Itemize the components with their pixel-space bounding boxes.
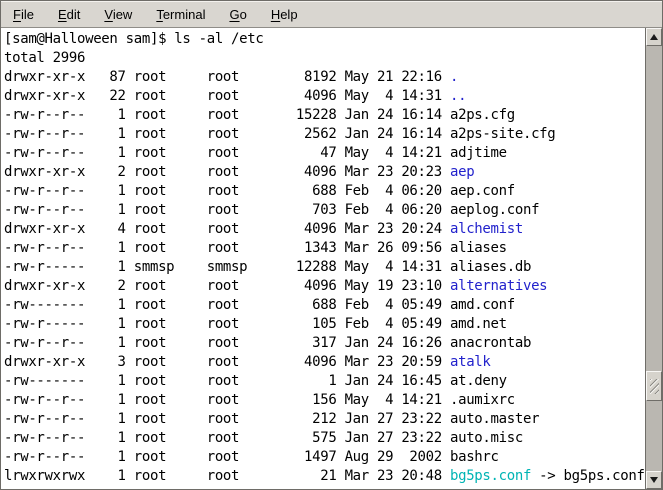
menu-item-help[interactable]: Help [259,2,310,27]
file-entry-line: lrwxrwxrwx 1 root root 21 Mar 23 20:48 b… [4,467,645,486]
file-entry-line: -rw-r--r-- 1 root root 156 May 4 14:21 .… [4,391,645,410]
scroll-down-button[interactable] [646,471,662,489]
scrollbar-grip-icon [650,379,659,394]
file-entry-line: drwxr-xr-x 87 root root 8192 May 21 22:1… [4,68,645,87]
file-entry-line: -rw-r--r-- 1 root root 1497 Aug 29 2002 … [4,448,645,467]
file-entry-line: -rw-r--r-- 1 root root 688 Feb 4 06:20 a… [4,182,645,201]
total-line: total 2996 [4,49,645,68]
file-entry-line: drwxr-xr-x 22 root root 4096 May 4 14:31… [4,87,645,106]
file-entry-line: drwxr-xr-x 2 root root 4096 Mar 23 20:23… [4,163,645,182]
file-name: auto.master [450,411,539,427]
file-entry-line: -rw-r--r-- 1 root root 703 Feb 4 06:20 a… [4,201,645,220]
file-entry-line: -rw-r--r-- 1 root root 15228 Jan 24 16:1… [4,106,645,125]
file-entry-line: -rw-r----- 1 smmsp smmsp 12288 May 4 14:… [4,258,645,277]
file-entry-line: -rw-r----- 1 root root 105 Feb 4 05:49 a… [4,315,645,334]
terminal-window: FileEditViewTerminalGoHelp [sam@Hallowee… [0,0,663,490]
scrollbar [645,28,662,489]
terminal-content: [sam@Halloween sam]$ ls -al /etctotal 29… [1,28,662,489]
menu-bar: FileEditViewTerminalGoHelp [1,1,662,28]
file-name: adjtime [450,145,507,161]
file-entry-line: drwxr-xr-x 4 root root 4096 Mar 23 20:24… [4,220,645,239]
menu-item-terminal[interactable]: Terminal [144,2,217,27]
file-entry-line: -rw------- 1 root root 1 Jan 24 16:45 at… [4,372,645,391]
file-name: aliases [450,240,507,256]
file-name: alternatives [450,278,547,294]
file-entry-line: -rw-r--r-- 1 root root 2562 Jan 24 16:14… [4,125,645,144]
file-name: bashrc [450,449,499,465]
file-entry-line: -rw-r--r-- 1 root root 1343 Mar 26 09:56… [4,239,645,258]
menu-item-view[interactable]: View [92,2,144,27]
file-entry-line: -rw-r--r-- 1 root root 47 May 4 14:21 ad… [4,144,645,163]
file-name: aliases.db [450,259,531,275]
scrollbar-thumb[interactable] [646,371,662,401]
file-entry-line: -rw------- 1 root root 688 Feb 4 05:49 a… [4,296,645,315]
file-name: aep.conf [450,183,515,199]
file-name: bg5ps.conf [450,468,531,484]
file-name: . [450,69,458,85]
file-entry-line: -rw-r--r-- 1 root root 212 Jan 27 23:22 … [4,410,645,429]
menu-item-edit[interactable]: Edit [46,2,92,27]
file-name: aeplog.conf [450,202,539,218]
menu-item-go[interactable]: Go [217,2,258,27]
arrow-up-icon [650,34,658,40]
file-name: a2ps.cfg [450,107,515,123]
file-name: at.deny [450,373,507,389]
arrow-down-icon [650,477,658,483]
scroll-up-button[interactable] [646,28,662,46]
file-entry-line: drwxr-xr-x 3 root root 4096 Mar 23 20:59… [4,353,645,372]
file-name: amd.conf [450,297,515,313]
file-name: a2ps-site.cfg [450,126,555,142]
file-name: amd.net [450,316,507,332]
prompt-line: [sam@Halloween sam]$ ls -al /etc [4,30,645,49]
file-entry-line: -rw-r--r-- 1 root root 575 Jan 27 23:22 … [4,429,645,448]
file-name: atalk [450,354,491,370]
file-name: .aumixrc [450,392,515,408]
file-name: anacrontab [450,335,531,351]
file-name: aep [450,164,474,180]
file-name: auto.misc [450,430,523,446]
file-name: .. [450,88,466,104]
terminal-output[interactable]: [sam@Halloween sam]$ ls -al /etctotal 29… [1,28,645,489]
menu-item-file[interactable]: File [1,2,46,27]
file-entry-line: -rw-r--r-- 1 root root 317 Jan 24 16:26 … [4,334,645,353]
file-name: alchemist [450,221,523,237]
file-entry-line: drwxr-xr-x 2 root root 4096 May 19 23:10… [4,277,645,296]
